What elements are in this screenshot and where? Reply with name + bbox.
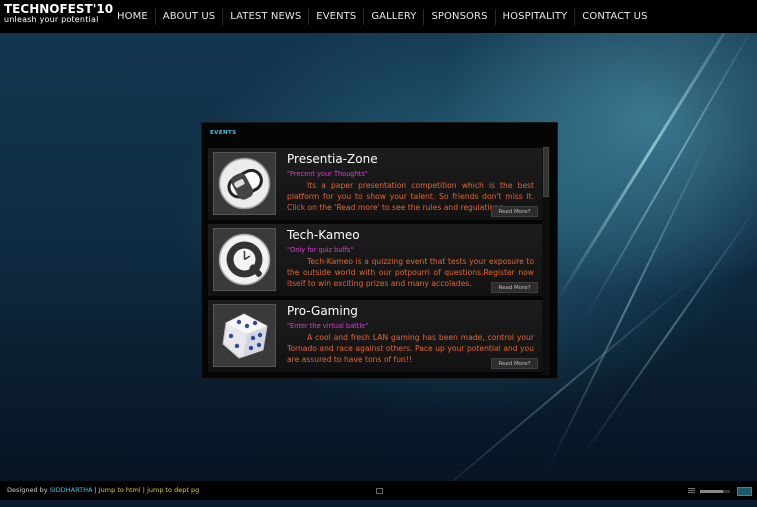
event-title: Tech-Kameo <box>287 228 360 242</box>
event-card-presentia-zone: Presentia-Zone "Precent your Thoughts" I… <box>208 148 542 220</box>
nav-hospitality[interactable]: HOSPITALITY <box>494 8 575 25</box>
event-card-tech-kameo: Tech-Kameo "Only for quiz buffs" Tech-Ka… <box>208 224 542 296</box>
designer-link[interactable]: SIDDHARTHA <box>50 486 93 494</box>
presentation-icon <box>213 152 276 215</box>
jump-to-html-link[interactable]: Jump to html <box>99 486 141 494</box>
nav-sponsors[interactable]: SPONSORS <box>423 8 494 25</box>
quicktime-icon <box>213 228 276 291</box>
volume-slider[interactable] <box>700 490 730 493</box>
read-more-button[interactable]: Read More? <box>491 282 538 293</box>
footer-prefix: Designed by <box>7 486 50 494</box>
playlist-icon[interactable] <box>688 488 695 494</box>
scrollbar-thumb[interactable] <box>543 147 549 197</box>
read-more-button[interactable]: Read More? <box>491 206 538 217</box>
logo-title: TECHNOFEST'10 <box>4 2 114 16</box>
preview-thumbnail-icon[interactable] <box>737 487 752 496</box>
panel-title: EVENTS <box>210 130 237 136</box>
events-scrollbar[interactable] <box>542 147 550 375</box>
nav-gallery[interactable]: GALLERY <box>363 8 423 25</box>
volume-fill <box>700 490 723 493</box>
event-tagline: "Enter the virtual battle" <box>287 322 369 330</box>
main-nav: HOME ABOUT US LATEST NEWS EVENTS GALLERY… <box>110 0 655 33</box>
top-bar: TECHNOFEST'10 unleash your potential HOM… <box>0 0 757 33</box>
footer-credits: Designed by SIDDHARTHA | Jump to html | … <box>7 486 199 494</box>
event-tagline: "Only for quiz buffs" <box>287 246 354 254</box>
dice-icon <box>213 304 276 367</box>
nav-home[interactable]: HOME <box>110 9 155 25</box>
event-title: Pro-Gaming <box>287 304 358 318</box>
nav-contact-us[interactable]: CONTACT US <box>574 8 654 25</box>
event-tagline: "Precent your Thoughts" <box>287 170 368 178</box>
site-logo[interactable]: TECHNOFEST'10 unleash your potential <box>4 3 113 25</box>
bottom-bar: Designed by SIDDHARTHA | Jump to html | … <box>0 481 757 500</box>
read-more-button[interactable]: Read More? <box>491 358 538 369</box>
nav-events[interactable]: EVENTS <box>308 8 363 25</box>
jump-to-dept-link[interactable]: jump to dept pg <box>147 486 199 494</box>
nav-about-us[interactable]: ABOUT US <box>154 8 222 25</box>
logo-tagline: unleash your potential <box>4 15 99 24</box>
event-title: Presentia-Zone <box>287 152 378 166</box>
event-card-pro-gaming: Pro-Gaming "Enter the virtual battle" A … <box>208 300 542 372</box>
square-icon[interactable] <box>376 488 383 494</box>
events-panel: EVENTS Presentia-Zone "Precent your Thou… <box>201 122 558 379</box>
nav-latest-news[interactable]: LATEST NEWS <box>222 8 308 25</box>
